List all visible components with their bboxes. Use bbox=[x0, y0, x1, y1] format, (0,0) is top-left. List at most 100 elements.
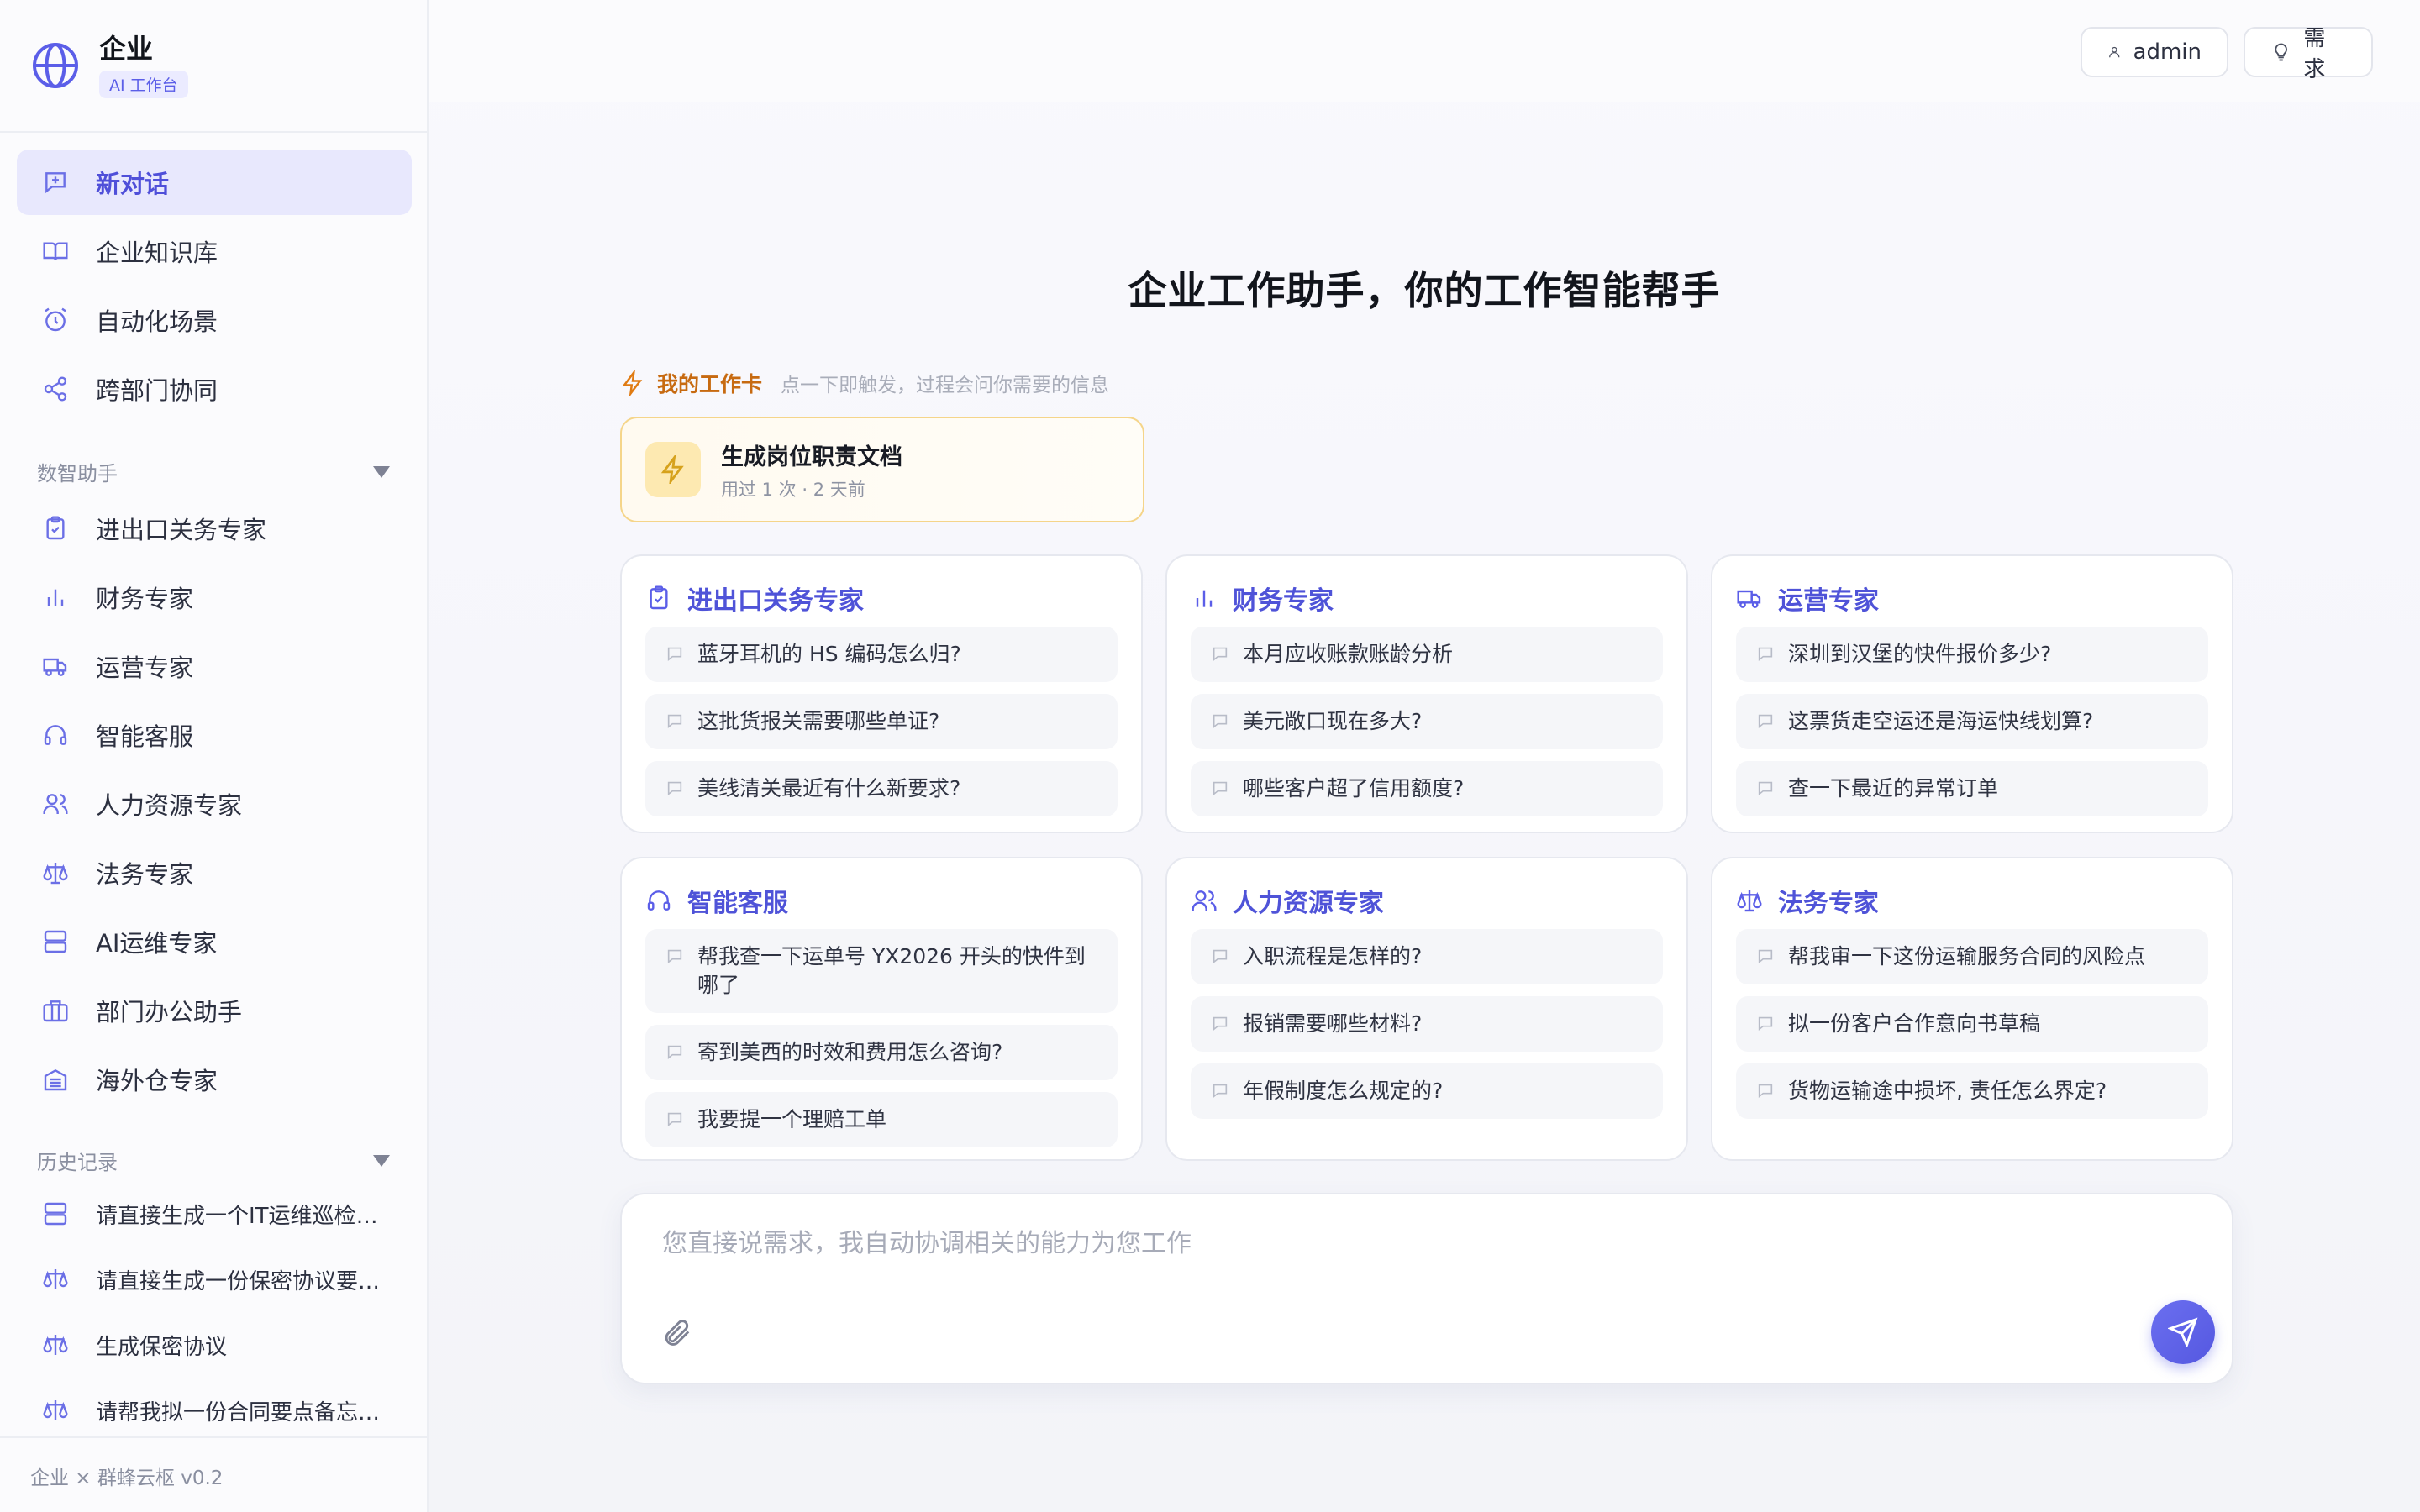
nav-assistant-operations[interactable]: 运营专家 bbox=[17, 633, 412, 699]
chat-bubble-icon bbox=[1758, 1084, 1773, 1099]
bar-chart-icon bbox=[1196, 590, 1213, 607]
nav-new-chat[interactable]: 新对话 bbox=[17, 150, 412, 215]
workcard-title: 生成岗位职责文档 bbox=[721, 444, 902, 470]
question-text: 美元敞口现在多大? bbox=[1243, 709, 1423, 733]
workcard-item[interactable]: 生成岗位职责文档 用过 1 次 · 2 天前 bbox=[620, 417, 1144, 522]
suggested-question[interactable]: 货物运输途中损坏, 责任怎么界定? bbox=[1736, 1063, 2208, 1119]
chat-bubble-icon bbox=[667, 1112, 682, 1127]
suggested-question[interactable]: 查一下最近的异常订单 bbox=[1736, 761, 2208, 816]
truck-icon bbox=[43, 658, 67, 676]
brand-name: 企业 bbox=[99, 33, 154, 65]
history-item[interactable]: 生成保密协议 bbox=[17, 1312, 412, 1378]
suggested-question[interactable]: 入职流程是怎样的? bbox=[1191, 929, 1663, 984]
expert-card-legal: 法务专家 帮我审一下这份运输服务合同的风险点 拟一份客户合作意向书草稿 货物运输… bbox=[1711, 857, 2233, 1161]
suggested-question[interactable]: 报销需要哪些材料? bbox=[1191, 996, 1663, 1052]
version-footer: 企业 × 群蜂云枢 v0.2 bbox=[30, 1467, 224, 1489]
nav-assistant-support[interactable]: 智能客服 bbox=[17, 702, 412, 768]
card-title: 智能客服 bbox=[687, 889, 788, 918]
sidebar: 企业 AI 工作台 新对话 企业知识库 自动化场景 跨部门协同 数智助手 进出口… bbox=[0, 0, 429, 1512]
question-text: 货物运输途中损坏, 责任怎么界定? bbox=[1788, 1079, 2107, 1103]
suggested-question[interactable]: 年假制度怎么规定的? bbox=[1191, 1063, 1663, 1119]
user-icon bbox=[2109, 46, 2120, 58]
suggested-question[interactable]: 本月应收账款账龄分析 bbox=[1191, 627, 1663, 682]
send-button[interactable] bbox=[2151, 1300, 2215, 1364]
suggested-question[interactable]: 帮我查一下运单号 YX2026 开头的快件到哪了 bbox=[645, 929, 1118, 1013]
paperclip-icon[interactable] bbox=[660, 1317, 692, 1349]
chat-bubble-icon bbox=[667, 949, 682, 964]
suggested-question[interactable]: 我要提一个理赔工单 bbox=[645, 1092, 1118, 1147]
question-text: 哪些客户超了信用额度? bbox=[1243, 776, 1465, 801]
nav-assistant-aiops[interactable]: AI运维专家 bbox=[17, 909, 412, 974]
clipboard-check-icon bbox=[650, 585, 668, 610]
nav-assistant-customs[interactable]: 进出口关务专家 bbox=[17, 496, 412, 561]
workcard-hint: 点一下即触发，过程会问你需要的信息 bbox=[781, 375, 1110, 396]
nav-assistant-finance[interactable]: 财务专家 bbox=[17, 564, 412, 630]
question-text: 入职流程是怎样的? bbox=[1243, 944, 1423, 969]
request-button[interactable]: 需求 bbox=[2244, 26, 2373, 82]
nav-assistant-office[interactable]: 部门办公助手 bbox=[17, 978, 412, 1043]
app-window: 企业 AI 工作台 新对话 企业知识库 自动化场景 跨部门协同 数智助手 进出口… bbox=[0, 0, 2420, 1512]
chat-bubble-icon bbox=[1758, 781, 1773, 796]
chat-bubble-icon bbox=[667, 1045, 682, 1060]
caret-down-icon bbox=[373, 1154, 390, 1167]
suggested-question[interactable]: 这票货走空运还是海运快线划算? bbox=[1736, 694, 2208, 749]
suggested-question[interactable]: 拟一份客户合作意向书草稿 bbox=[1736, 996, 2208, 1052]
scale-icon bbox=[43, 1335, 68, 1355]
user-menu-button[interactable]: admin bbox=[2081, 27, 2228, 77]
brand[interactable]: 企业 AI 工作台 bbox=[30, 32, 188, 98]
users-icon bbox=[43, 794, 68, 814]
card-title: 法务专家 bbox=[1778, 889, 1879, 918]
suggested-question[interactable]: 帮我审一下这份运输服务合同的风险点 bbox=[1736, 929, 2208, 984]
scale-icon bbox=[43, 1400, 68, 1420]
question-text: 我要提一个理赔工单 bbox=[697, 1107, 887, 1131]
nav-label: 法务专家 bbox=[96, 860, 194, 889]
history-label: 请直接生成一个IT运维巡检清... bbox=[96, 1203, 398, 1229]
question-text: 报销需要哪些材料? bbox=[1243, 1011, 1423, 1036]
scale-icon bbox=[1737, 890, 1762, 912]
clipboard-check-icon bbox=[46, 516, 65, 540]
suggested-question[interactable]: 这批货报关需要哪些单证? bbox=[645, 694, 1118, 749]
brand-badge: AI 工作台 bbox=[99, 71, 188, 98]
suggested-question[interactable]: 深圳到汉堡的快件报价多少? bbox=[1736, 627, 2208, 682]
book-icon bbox=[43, 242, 68, 260]
chat-bubble-icon bbox=[1213, 1016, 1228, 1032]
nav-assistant-hr[interactable]: 人力资源专家 bbox=[17, 771, 412, 837]
history-item[interactable]: 请直接生成一份保密协议要点... bbox=[17, 1247, 412, 1312]
headset-icon bbox=[44, 725, 67, 745]
history-item[interactable]: 请帮我拟一份合同要点备忘录... bbox=[17, 1378, 412, 1443]
nav-label: 人力资源专家 bbox=[96, 791, 243, 820]
nav-label: 跨部门协同 bbox=[96, 376, 218, 405]
suggested-question[interactable]: 寄到美西的时效和费用怎么咨询? bbox=[645, 1025, 1118, 1080]
send-icon bbox=[2168, 1317, 2198, 1347]
question-text: 深圳到汉堡的快件报价多少? bbox=[1788, 642, 2052, 666]
warehouse-icon bbox=[44, 1068, 67, 1091]
workcard-meta: 用过 1 次 · 2 天前 bbox=[721, 479, 865, 500]
question-text: 美线清关最近有什么新要求? bbox=[697, 776, 961, 801]
card-title: 进出口关务专家 bbox=[687, 586, 864, 616]
history-item[interactable]: 请直接生成一个IT运维巡检清... bbox=[17, 1181, 412, 1247]
nav-label: 进出口关务专家 bbox=[96, 516, 267, 544]
history-section-toggle[interactable]: 历史记录 bbox=[37, 1146, 390, 1175]
nav-assistant-legal[interactable]: 法务专家 bbox=[17, 840, 412, 906]
suggested-question[interactable]: 蓝牙耳机的 HS 编码怎么归? bbox=[645, 627, 1118, 682]
question-text: 这票货走空运还是海运快线划算? bbox=[1788, 709, 2094, 733]
scale-icon bbox=[43, 863, 68, 885]
question-text: 拟一份客户合作意向书草稿 bbox=[1788, 1011, 2041, 1036]
suggested-question[interactable]: 美元敞口现在多大? bbox=[1191, 694, 1663, 749]
nav-automation[interactable]: 自动化场景 bbox=[17, 287, 412, 353]
chat-input[interactable] bbox=[660, 1228, 2092, 1259]
nav-knowledge-base[interactable]: 企业知识库 bbox=[17, 218, 412, 284]
lightning-icon bbox=[660, 455, 684, 484]
page-title: 企业工作助手，你的工作智能帮手 bbox=[1128, 268, 1721, 313]
assistants-section-toggle[interactable]: 数智助手 bbox=[37, 457, 390, 486]
divider bbox=[0, 1436, 427, 1438]
nav-collaboration[interactable]: 跨部门协同 bbox=[17, 356, 412, 422]
suggested-question[interactable]: 美线清关最近有什么新要求? bbox=[645, 761, 1118, 816]
share-icon bbox=[44, 376, 67, 402]
nav-label: 智能客服 bbox=[96, 722, 194, 751]
server-icon bbox=[44, 930, 67, 953]
expert-card-customs: 进出口关务专家 蓝牙耳机的 HS 编码怎么归? 这批货报关需要哪些单证? 美线清… bbox=[620, 554, 1143, 833]
nav-assistant-warehouse[interactable]: 海外仓专家 bbox=[17, 1047, 412, 1112]
suggested-question[interactable]: 哪些客户超了信用额度? bbox=[1191, 761, 1663, 816]
nav-label: 企业知识库 bbox=[96, 239, 218, 267]
